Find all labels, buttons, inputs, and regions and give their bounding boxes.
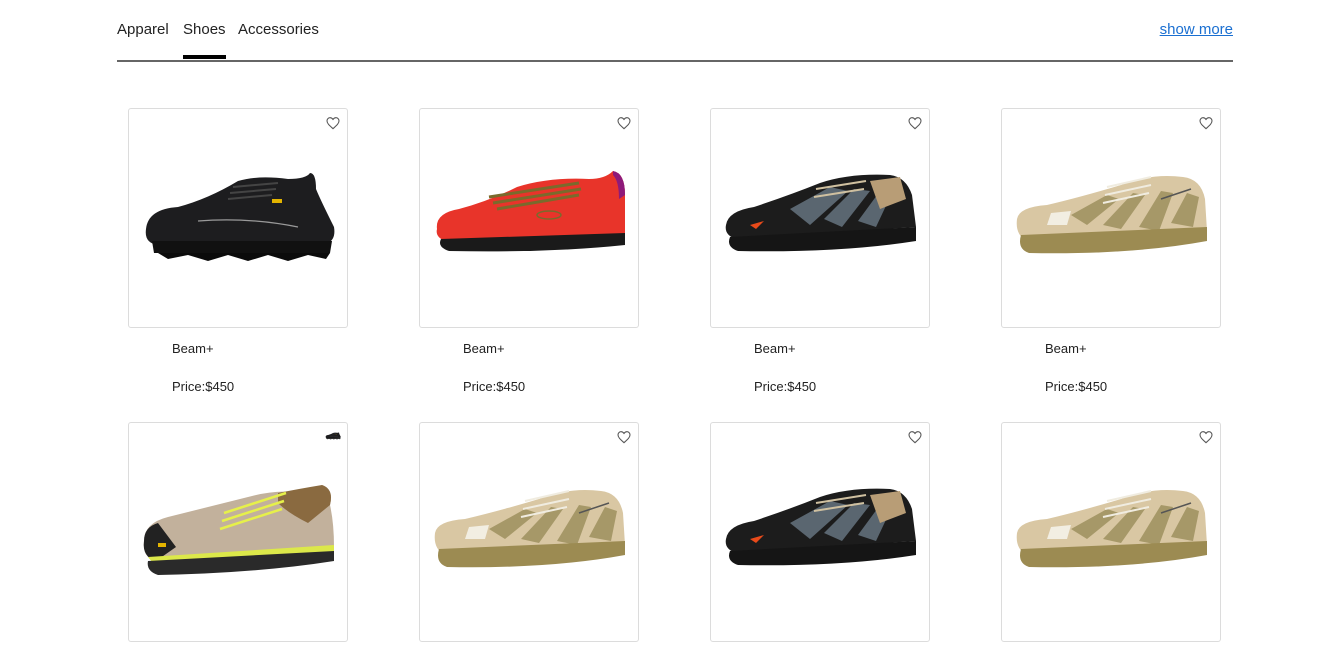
product-card[interactable] — [128, 108, 348, 328]
product-card[interactable] — [710, 422, 930, 642]
product-price: Price:$450 — [754, 379, 817, 394]
product-card[interactable] — [710, 108, 930, 328]
black-grey-runner-image — [719, 483, 921, 583]
tab-apparel[interactable]: Apparel — [117, 21, 169, 50]
red-suede-sneaker-image — [428, 169, 630, 269]
product-price: Price:$450 — [1045, 379, 1108, 394]
heart-icon[interactable] — [616, 429, 632, 445]
product-card[interactable] — [1001, 108, 1221, 328]
show-more-link[interactable]: show more — [1160, 21, 1233, 38]
product-card[interactable] — [419, 108, 639, 328]
product-name: Beam+ — [754, 341, 796, 356]
heart-icon[interactable] — [1198, 115, 1214, 131]
product-name: Beam+ — [463, 341, 505, 356]
heart-icon[interactable] — [1198, 429, 1214, 445]
tab-accessories[interactable]: Accessories — [238, 21, 319, 50]
product-card[interactable] — [128, 422, 348, 642]
product-price: Price:$450 — [463, 379, 526, 394]
category-tabs: Apparel Shoes Accessories show more — [117, 0, 1233, 62]
product-card[interactable] — [419, 422, 639, 642]
heart-icon[interactable] — [907, 429, 923, 445]
tan-hiking-shoe-image — [137, 483, 339, 583]
product-price: Price:$450 — [172, 379, 235, 394]
beige-olive-trail-runner-image — [428, 483, 630, 583]
heart-icon[interactable] — [325, 115, 341, 131]
heart-icon[interactable] — [616, 115, 632, 131]
product-card[interactable] — [1001, 422, 1221, 642]
shoe-thumbnail-icon — [325, 432, 341, 440]
tab-shoes[interactable]: Shoes — [183, 21, 226, 59]
product-name: Beam+ — [172, 341, 214, 356]
heart-icon[interactable] — [907, 115, 923, 131]
beige-olive-trail-runner-image — [1010, 483, 1212, 583]
product-name: Beam+ — [1045, 341, 1087, 356]
black-trail-sneaker-image — [137, 169, 339, 269]
beige-olive-trail-runner-image — [1010, 169, 1212, 269]
black-grey-runner-image — [719, 169, 921, 269]
